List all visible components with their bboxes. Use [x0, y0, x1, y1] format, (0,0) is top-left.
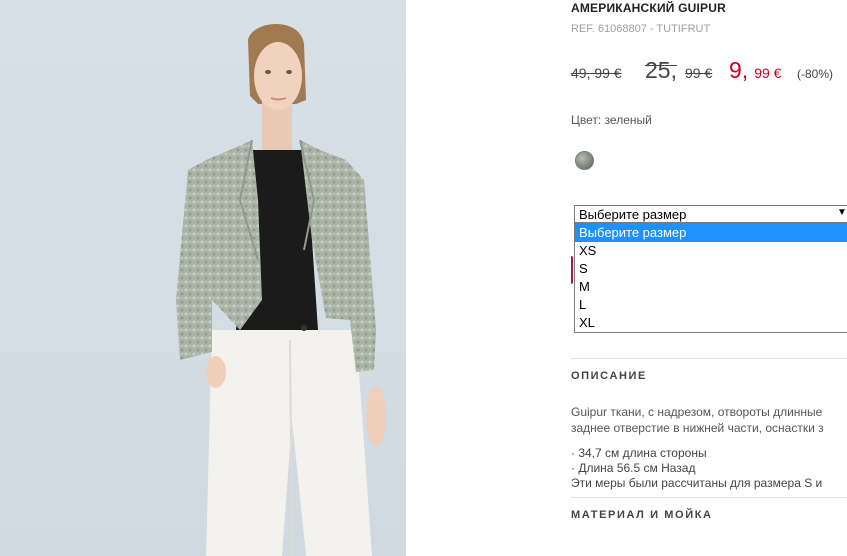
divider — [571, 497, 847, 498]
size-select[interactable]: Выберите размер ▼ — [574, 205, 847, 223]
discount-badge: (-80%) — [797, 67, 834, 81]
description-text: Guipur ткани, с надрезом, отвороты длинн… — [571, 404, 824, 436]
size-option-l[interactable]: L — [575, 296, 847, 314]
previous-price-main: 25, — [645, 57, 677, 83]
sale-price-cents: 99 € — [754, 65, 782, 81]
measurement-note: Эти меры были рассчитаны для размера S и — [571, 476, 823, 490]
color-swatch-green[interactable] — [575, 151, 594, 170]
description-line-2: заднее отверстие в нижней части, оснастк… — [571, 421, 824, 435]
product-title: АМЕРИКАНСКИЙ GUIPUR — [571, 1, 726, 15]
material-care-title[interactable]: МАТЕРИАЛ И МОЙКА — [571, 509, 713, 521]
measurement-side: · 34,7 см длина стороны — [571, 446, 707, 460]
original-price: 49, 99 € — [571, 65, 622, 81]
size-dropdown-list[interactable]: Выберите размер XS S M L XL — [574, 223, 847, 333]
measurements: · 34,7 см длина стороны · Длина 56.5 см … — [571, 446, 822, 491]
size-option-xs[interactable]: XS — [575, 242, 847, 260]
previous-price: 25, 99 € — [645, 57, 712, 84]
measurement-back: · Длина 56.5 см Назад — [571, 461, 696, 475]
description-line-1: Guipur ткани, с надрезом, отвороты длинн… — [571, 405, 823, 419]
size-option-placeholder[interactable]: Выберите размер — [575, 224, 847, 242]
previous-price-cents: 99 € — [684, 65, 713, 81]
product-info-panel: АМЕРИКАНСКИЙ GUIPUR REF. 61068807 - TUTI… — [571, 0, 847, 556]
size-option-s[interactable]: S — [575, 260, 847, 278]
product-reference: REF. 61068807 - TUTIFRUT — [571, 23, 711, 35]
chevron-down-icon[interactable]: ▼ — [837, 207, 847, 218]
color-label: Цвет: зеленый — [571, 113, 652, 127]
sale-price-main: 9, — [729, 57, 749, 83]
cart-button-edge[interactable] — [571, 256, 573, 284]
divider — [571, 358, 847, 359]
size-option-m[interactable]: M — [575, 278, 847, 296]
description-title[interactable]: ОПИСАНИЕ — [571, 370, 647, 382]
size-option-xl[interactable]: XL — [575, 314, 847, 332]
size-select-value: Выберите размер — [579, 207, 687, 222]
sale-price: 9, 99 € — [729, 57, 781, 84]
model-illustration — [176, 24, 386, 556]
product-photo[interactable] — [0, 0, 406, 556]
